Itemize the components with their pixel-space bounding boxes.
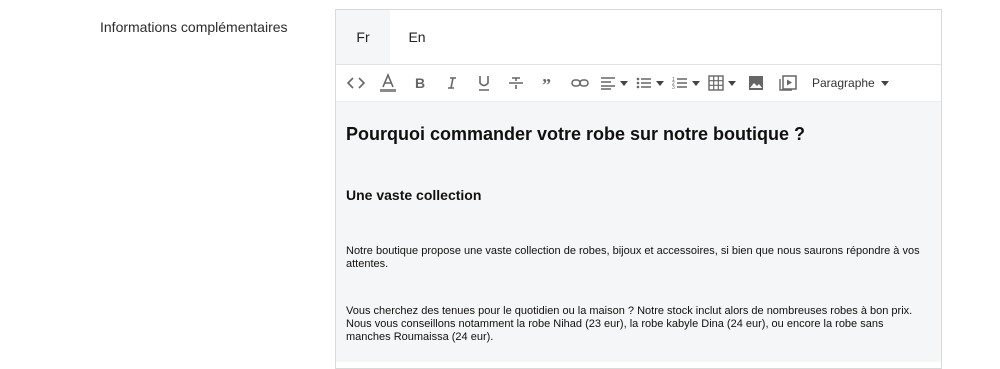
field-label: Informations complémentaires bbox=[100, 19, 288, 35]
language-tabs: Fr En bbox=[336, 10, 941, 65]
italic-icon[interactable] bbox=[440, 71, 464, 95]
align-icon[interactable] bbox=[600, 71, 628, 95]
quote-icon[interactable]: ” bbox=[536, 71, 560, 95]
editor-content[interactable]: Pourquoi commander votre robe sur notre … bbox=[336, 102, 941, 362]
content-subheading: Une vaste collection bbox=[346, 187, 482, 203]
chevron-down-icon bbox=[880, 80, 889, 86]
tab-fr[interactable]: Fr bbox=[336, 10, 390, 64]
svg-text:B: B bbox=[415, 76, 425, 90]
chevron-down-icon bbox=[656, 80, 664, 86]
editor-toolbar: B ” 123 Paragraphe bbox=[336, 65, 941, 102]
video-icon[interactable] bbox=[776, 71, 800, 95]
bold-icon[interactable]: B bbox=[408, 71, 432, 95]
svg-text:3: 3 bbox=[672, 85, 675, 90]
code-icon[interactable] bbox=[344, 71, 368, 95]
numbered-list-icon[interactable]: 123 bbox=[672, 71, 700, 95]
image-icon[interactable] bbox=[744, 71, 768, 95]
svg-text:”: ” bbox=[542, 77, 551, 89]
bullet-list-icon[interactable] bbox=[636, 71, 664, 95]
content-paragraph: Notre boutique propose une vaste collect… bbox=[346, 245, 920, 270]
chevron-down-icon bbox=[620, 80, 628, 86]
table-icon[interactable] bbox=[708, 71, 736, 95]
rich-text-editor: Fr En B ” 1 2 3 Paragraphe Pourquoi comm… bbox=[335, 9, 942, 369]
link-icon[interactable] bbox=[568, 71, 592, 95]
tab-en[interactable]: En bbox=[390, 10, 444, 64]
strikethrough-icon[interactable] bbox=[504, 71, 528, 95]
block-format-label: Paragraphe bbox=[812, 76, 875, 90]
block-format-dropdown[interactable]: Paragraphe bbox=[812, 76, 889, 90]
underline-icon[interactable] bbox=[472, 71, 496, 95]
chevron-down-icon bbox=[728, 80, 736, 86]
chevron-down-icon bbox=[692, 80, 700, 86]
content-paragraph: Vous cherchez des tenues pour le quotidi… bbox=[346, 305, 913, 343]
text-color-icon[interactable] bbox=[376, 71, 400, 95]
content-heading: Pourquoi commander votre robe sur notre … bbox=[346, 124, 806, 144]
